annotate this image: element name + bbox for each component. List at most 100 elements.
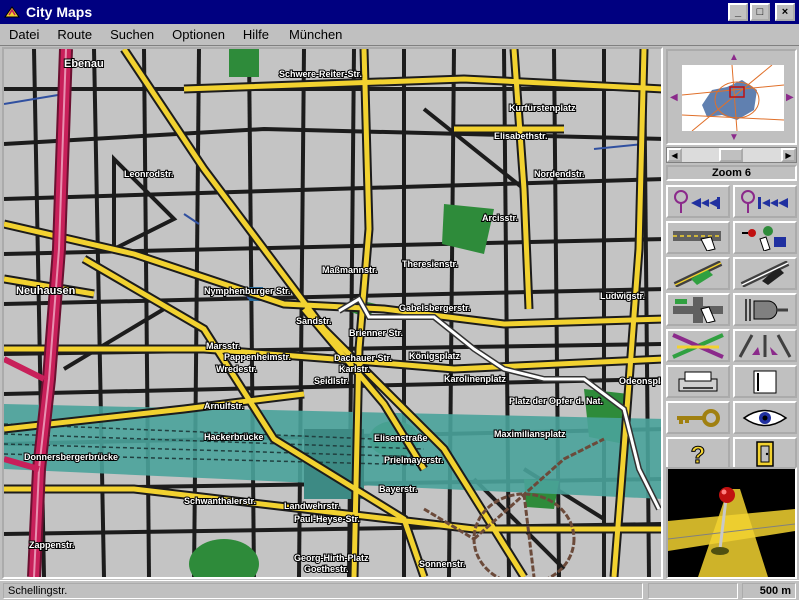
- label-pappenheimstr: Pappenheimstr.: [224, 352, 291, 362]
- menu-region[interactable]: München: [280, 27, 351, 42]
- label-massmannstr: Maßmannstr.: [322, 265, 378, 275]
- poi-info-button[interactable]: [733, 221, 797, 254]
- eye-view-button[interactable]: [733, 401, 797, 434]
- status-street-name: Schellingstr.: [3, 583, 643, 599]
- pan-left-icon[interactable]: ◀: [670, 93, 678, 103]
- 3d-navigator-canvas: [668, 469, 795, 577]
- window-title: City Maps: [26, 4, 93, 20]
- menu-suchen[interactable]: Suchen: [101, 27, 163, 42]
- maximize-button[interactable]: □: [750, 3, 770, 21]
- print-button[interactable]: [666, 365, 730, 398]
- help-button[interactable]: ?: [666, 437, 730, 470]
- label-koenigsplatz: Königsplatz: [409, 351, 460, 361]
- app-icon: [4, 6, 20, 18]
- eye-icon: [742, 409, 788, 426]
- tool-panel: ▲ ▼ ◀ ▶ ◀ ▶ Zoom 6 ?: [664, 47, 799, 580]
- intersection-icon: [673, 296, 723, 323]
- 3d-navigator[interactable]: [666, 467, 797, 579]
- label-kurfuerstenplatz: Kurfürstenplatz: [509, 103, 576, 113]
- overview-scrollbar[interactable]: ◀ ▶: [666, 147, 797, 163]
- label-nordendstr: Nordendstr.: [534, 169, 585, 179]
- label-arnulfstr: Arnulfstr.: [204, 401, 244, 411]
- print-icon: [678, 371, 718, 391]
- pan-up-icon[interactable]: ▲: [729, 53, 739, 63]
- night-route-icon: [740, 260, 790, 287]
- tool-buttons: ?: [666, 185, 797, 470]
- label-prielmayerstr: Prielmayerstr.: [384, 455, 444, 465]
- exit-icon: [756, 440, 774, 467]
- menu-hilfe[interactable]: Hilfe: [234, 27, 278, 42]
- close-button[interactable]: ×: [775, 3, 795, 21]
- tunnel-button[interactable]: [733, 293, 797, 326]
- route-start-button[interactable]: [666, 185, 730, 218]
- intersection-button[interactable]: [666, 293, 730, 326]
- label-karolinenplatz: Karolinenplatz: [444, 374, 507, 384]
- label-neuhausen: Neuhausen: [16, 285, 76, 297]
- scroll-right-button[interactable]: ▶: [781, 148, 796, 162]
- route-area-button[interactable]: [666, 257, 730, 290]
- overview-map[interactable]: [682, 65, 784, 131]
- label-bayerstr: Bayerstr.: [379, 484, 418, 494]
- route-destination-button[interactable]: [733, 185, 797, 218]
- label-theresienstr: Theresienstr.: [402, 259, 458, 269]
- svg-text:?: ?: [691, 442, 706, 467]
- street-view-button[interactable]: [666, 221, 730, 254]
- label-goethestr: Goethestr.: [304, 564, 349, 574]
- panel-button[interactable]: [733, 365, 797, 398]
- label-landwehrstr: Landwehrstr.: [284, 501, 340, 511]
- exit-button[interactable]: [733, 437, 797, 470]
- status-bar: Schellingstr. 500 m: [0, 580, 799, 600]
- lanes-button[interactable]: [733, 329, 797, 362]
- pan-down-icon[interactable]: ▼: [729, 133, 739, 143]
- label-seidlstr: Seidlstr.: [314, 376, 349, 386]
- label-schwere-reiter-str: Schwere-Reiter-Str.: [279, 69, 362, 79]
- menu-route[interactable]: Route: [48, 27, 101, 42]
- status-empty-field: [648, 583, 738, 599]
- map-canvas[interactable]: Ebenau Schwere-Reiter-Str. Kurfürstenpla…: [4, 49, 661, 577]
- minimize-button[interactable]: _: [728, 3, 748, 21]
- menu-bar: Datei Route Suchen Optionen Hilfe Münche…: [0, 24, 799, 46]
- label-odeonsplatz: Odeonsplatz: [619, 376, 661, 386]
- block-route-button[interactable]: [666, 329, 730, 362]
- label-maximiliansplatz: Maximiliansplatz: [494, 429, 566, 439]
- city-map[interactable]: Ebenau Schwere-Reiter-Str. Kurfürstenpla…: [2, 47, 663, 579]
- overview-map-canvas: [682, 65, 784, 131]
- scroll-left-button[interactable]: ◀: [667, 148, 682, 162]
- label-elisenstrasse: Elisenstraße: [374, 433, 428, 443]
- menu-datei[interactable]: Datei: [0, 27, 48, 42]
- label-zappenstr: Zappenstr.: [29, 540, 75, 550]
- pan-right-icon[interactable]: ▶: [786, 93, 794, 103]
- route-area-icon: [673, 260, 723, 287]
- label-leonrodstr: Leonrodstr.: [124, 169, 174, 179]
- poi-info-icon: [742, 225, 786, 251]
- key-button[interactable]: [666, 401, 730, 434]
- street-view-icon: [673, 230, 721, 251]
- route-destination-icon: [741, 189, 788, 213]
- label-elisabethstr: Elisabethstr.: [494, 131, 548, 141]
- label-hackerbruecke: Hackerbrücke: [204, 432, 264, 442]
- scroll-thumb[interactable]: [719, 148, 743, 162]
- label-karlstr: Karlstr.: [339, 364, 370, 374]
- label-sonnenstr: Sonnenstr.: [419, 559, 466, 569]
- label-dachauer-str: Dachauer Str.: [334, 353, 392, 363]
- title-bar: City Maps _ □ ×: [0, 0, 799, 24]
- label-sandstr: Sandstr.: [296, 316, 332, 326]
- city-maps-window: City Maps _ □ × Datei Route Suchen Optio…: [0, 0, 799, 600]
- key-icon: [677, 408, 720, 427]
- panel-icon: [753, 370, 777, 393]
- status-scale: 500 m: [742, 583, 796, 599]
- label-arcisstr: Arcisstr.: [482, 213, 518, 223]
- lanes-icon: [738, 333, 792, 358]
- label-brienner-str: Brienner Str.: [349, 328, 403, 338]
- help-icon: ?: [690, 441, 706, 467]
- route-start-icon: [674, 189, 720, 213]
- label-wredestr: Wredestr.: [216, 364, 257, 374]
- label-donnersbergerbruecke: Donnersbergerbrücke: [24, 452, 118, 462]
- label-paul-heyse-str: Paul-Heyse-Str.: [294, 514, 360, 524]
- tunnel-icon: [745, 298, 788, 321]
- label-ebenau: Ebenau: [64, 58, 104, 70]
- menu-optionen[interactable]: Optionen: [163, 27, 234, 42]
- overview-map-frame: ▲ ▼ ◀ ▶: [666, 49, 797, 145]
- night-route-button[interactable]: [733, 257, 797, 290]
- label-schwanthalerstr: Schwanthalerstr.: [184, 496, 256, 506]
